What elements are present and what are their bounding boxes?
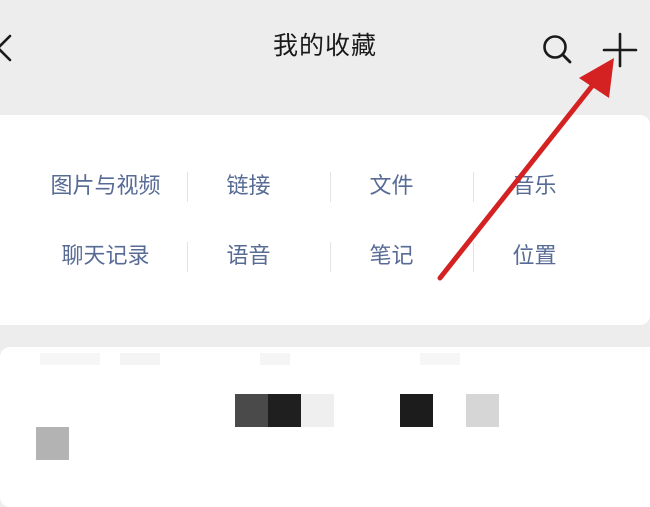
navigation-bar: 我的收藏	[0, 0, 650, 96]
pixelated-thumbnail	[36, 427, 69, 460]
divider	[330, 172, 331, 202]
search-button[interactable]	[538, 30, 578, 70]
category-card: 图片与视频 链接 文件 音乐 聊天记录 语音 笔记 位置	[0, 115, 650, 325]
divider	[187, 242, 188, 272]
favorite-item-card[interactable]	[0, 347, 650, 507]
pixelated-text	[40, 353, 100, 365]
category-links[interactable]: 链接	[177, 172, 320, 202]
divider	[473, 172, 474, 202]
category-chat-history[interactable]: 聊天记录	[34, 242, 177, 272]
category-images-videos[interactable]: 图片与视频	[34, 172, 177, 202]
divider	[187, 172, 188, 202]
category-notes[interactable]: 笔记	[320, 242, 463, 272]
category-location[interactable]: 位置	[463, 242, 606, 272]
back-button[interactable]	[0, 28, 22, 68]
category-music[interactable]: 音乐	[463, 172, 606, 202]
chevron-left-icon	[0, 34, 12, 62]
divider	[473, 242, 474, 272]
category-files[interactable]: 文件	[320, 172, 463, 202]
plus-icon	[602, 32, 638, 68]
pixelated-text	[420, 353, 460, 365]
pixelated-block	[400, 394, 433, 427]
pixelated-block	[466, 394, 499, 427]
pixelated-block	[235, 394, 268, 427]
pixelated-text	[260, 353, 290, 365]
divider	[330, 242, 331, 272]
category-voice[interactable]: 语音	[177, 242, 320, 272]
pixelated-block	[268, 394, 301, 427]
pixelated-text	[120, 353, 160, 365]
search-icon	[543, 35, 572, 64]
add-button[interactable]	[598, 28, 642, 72]
pixelated-block	[301, 394, 334, 427]
